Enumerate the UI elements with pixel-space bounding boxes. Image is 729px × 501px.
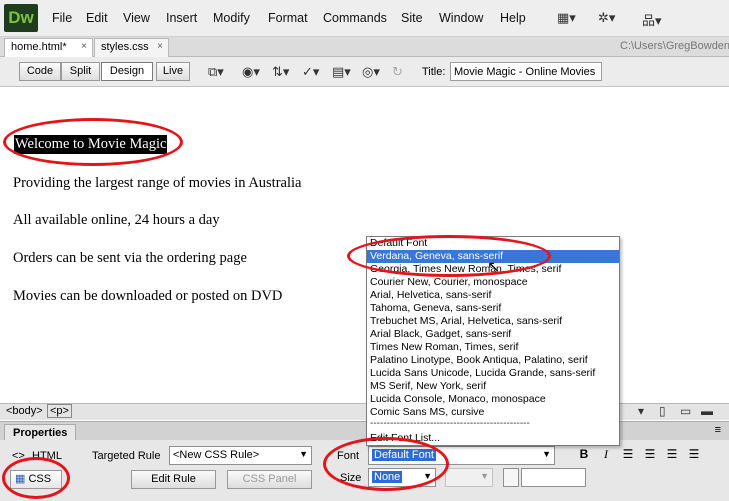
font-option-ms-serif[interactable]: MS Serif, New York, serif [367, 380, 619, 393]
font-option-lucida-console[interactable]: Lucida Console, Monaco, monospace [367, 393, 619, 406]
bold-icon[interactable]: B [576, 446, 592, 462]
css-icon: ▦ [15, 473, 26, 485]
menu-file[interactable]: File [52, 11, 72, 25]
size-select-value: None [372, 471, 403, 483]
menu-format[interactable]: Format [268, 11, 308, 25]
menu-edit[interactable]: Edit [86, 11, 108, 25]
check-browser-icon[interactable]: ▤▾ [332, 64, 351, 80]
italic-icon[interactable]: I [598, 446, 614, 462]
font-option-arial-black[interactable]: Arial Black, Gadget, sans-serif [367, 328, 619, 341]
chevron-down-icon: ▼ [299, 449, 308, 459]
chevron-down-icon: ▼ [542, 449, 551, 459]
gear-icon[interactable]: ✲▾ [598, 10, 615, 26]
file-path: C:\Users\GregBowden [620, 40, 729, 52]
paragraph[interactable]: All available online, 24 hours a day [13, 212, 220, 229]
css-mode-label: CSS [28, 473, 52, 485]
targeted-rule-select[interactable]: <New CSS Rule> ▼ [169, 446, 312, 465]
page-heading[interactable]: Welcome to Movie Magic [14, 135, 168, 154]
browser-preview-icon[interactable]: ◉▾ [242, 64, 260, 80]
edit-rule-button[interactable]: Edit Rule [131, 470, 216, 489]
font-option-trebuchet[interactable]: Trebuchet MS, Arial, Helvetica, sans-ser… [367, 315, 619, 328]
targeted-rule-label: Targeted Rule [92, 450, 161, 462]
menu-insert[interactable]: Insert [166, 11, 197, 25]
edit-font-list-option[interactable]: Edit Font List... [367, 432, 619, 445]
font-option-arial[interactable]: Arial, Helvetica, sans-serif [367, 289, 619, 302]
title-label: Title: [422, 66, 446, 78]
w3c-validation-icon[interactable]: ✓▾ [302, 64, 319, 80]
sitemap-icon[interactable]: 品▾ [642, 10, 662, 29]
menu-view[interactable]: View [123, 11, 150, 25]
dreamweaver-logo: Dw [4, 4, 38, 32]
design-view-button[interactable]: Design [101, 62, 153, 81]
tab-label: home.html* [11, 41, 67, 53]
chevron-down-icon: ▼ [480, 471, 489, 481]
multiscreen-icon[interactable]: ⧉▾ [208, 64, 224, 80]
tag-selector-body[interactable]: <body> [6, 405, 43, 417]
align-center-icon[interactable]: ☰ [642, 446, 658, 462]
menu-window[interactable]: Window [439, 11, 483, 25]
panel-menu-icon[interactable]: ≡ [715, 424, 721, 436]
font-option-default[interactable]: Default Font [367, 237, 619, 250]
font-list-separator: ----------------------------------------… [370, 419, 530, 429]
document-toolbar: Code Split Design Live ⧉▾ ◉▾ ⇅▾ ✓▾ ▤▾ ◎▾… [0, 57, 729, 87]
live-view-button[interactable]: Live [156, 62, 190, 81]
size-label: Size [340, 472, 362, 484]
html-mode-button[interactable]: HTML [32, 450, 62, 462]
size-select[interactable]: None ▼ [368, 468, 436, 487]
font-option-palatino[interactable]: Palatino Linotype, Book Antiqua, Palatin… [367, 354, 619, 367]
desktop-size-icon[interactable]: ▬ [701, 404, 713, 418]
font-option-times[interactable]: Times New Roman, Times, serif [367, 341, 619, 354]
dropdown-arrow-icon[interactable]: ▾ [638, 404, 644, 418]
font-select-value: Default Font [372, 449, 436, 461]
font-option-lucida-sans[interactable]: Lucida Sans Unicode, Lucida Grande, sans… [367, 367, 619, 380]
menu-commands[interactable]: Commands [323, 11, 387, 25]
close-icon[interactable]: × [81, 41, 87, 52]
font-option-courier[interactable]: Courier New, Courier, monospace [367, 276, 619, 289]
properties-tab[interactable]: Properties [4, 424, 77, 441]
menu-help[interactable]: Help [500, 11, 526, 25]
paragraph[interactable]: Orders can be sent via the ordering page [13, 250, 247, 267]
code-view-button[interactable]: Code [19, 62, 61, 81]
menu-bar: Dw File Edit View Insert Modify Format C… [0, 0, 729, 37]
tablet-size-icon[interactable]: ▭ [680, 404, 691, 418]
font-label: Font [337, 450, 360, 462]
file-management-icon[interactable]: ⇅▾ [272, 64, 289, 80]
visual-aids-icon[interactable]: ◎▾ [362, 64, 380, 80]
layout-icon[interactable]: ▦▾ [557, 10, 576, 26]
mouse-cursor-icon: ↖ [487, 259, 501, 276]
tag-selector-p[interactable]: <p> [47, 404, 72, 418]
chevron-down-icon: ▼ [423, 471, 432, 481]
tab-styles-css[interactable]: styles.css × [94, 38, 169, 57]
title-input[interactable] [450, 62, 602, 81]
mobile-size-icon[interactable]: ▯ [659, 404, 666, 418]
align-right-icon[interactable]: ☰ [664, 446, 680, 462]
targeted-rule-value: <New CSS Rule> [173, 449, 260, 461]
align-justify-icon[interactable]: ☰ [686, 446, 702, 462]
color-text-input[interactable] [521, 468, 586, 487]
html-code-icon: <> [12, 450, 25, 462]
split-view-button[interactable]: Split [61, 62, 100, 81]
refresh-icon[interactable]: ↻ [392, 64, 403, 80]
tab-label: styles.css [101, 41, 149, 53]
paragraph[interactable]: Providing the largest range of movies in… [13, 175, 301, 192]
tab-home-html[interactable]: home.html* × [4, 38, 93, 57]
menu-modify[interactable]: Modify [213, 11, 250, 25]
color-picker-swatch[interactable] [503, 468, 519, 487]
paragraph[interactable]: Movies can be downloaded or posted on DV… [13, 288, 282, 305]
align-left-icon[interactable]: ☰ [620, 446, 636, 462]
font-select[interactable]: Default Font ▼ [368, 446, 555, 465]
close-icon[interactable]: × [157, 41, 163, 52]
css-panel-button[interactable]: CSS Panel [227, 470, 312, 489]
size-unit-select: ▼ [445, 468, 493, 487]
font-option-comic-sans[interactable]: Comic Sans MS, cursive [367, 406, 619, 419]
menu-site[interactable]: Site [401, 11, 423, 25]
css-mode-button[interactable]: ▦ CSS [10, 470, 62, 489]
font-option-tahoma[interactable]: Tahoma, Geneva, sans-serif [367, 302, 619, 315]
